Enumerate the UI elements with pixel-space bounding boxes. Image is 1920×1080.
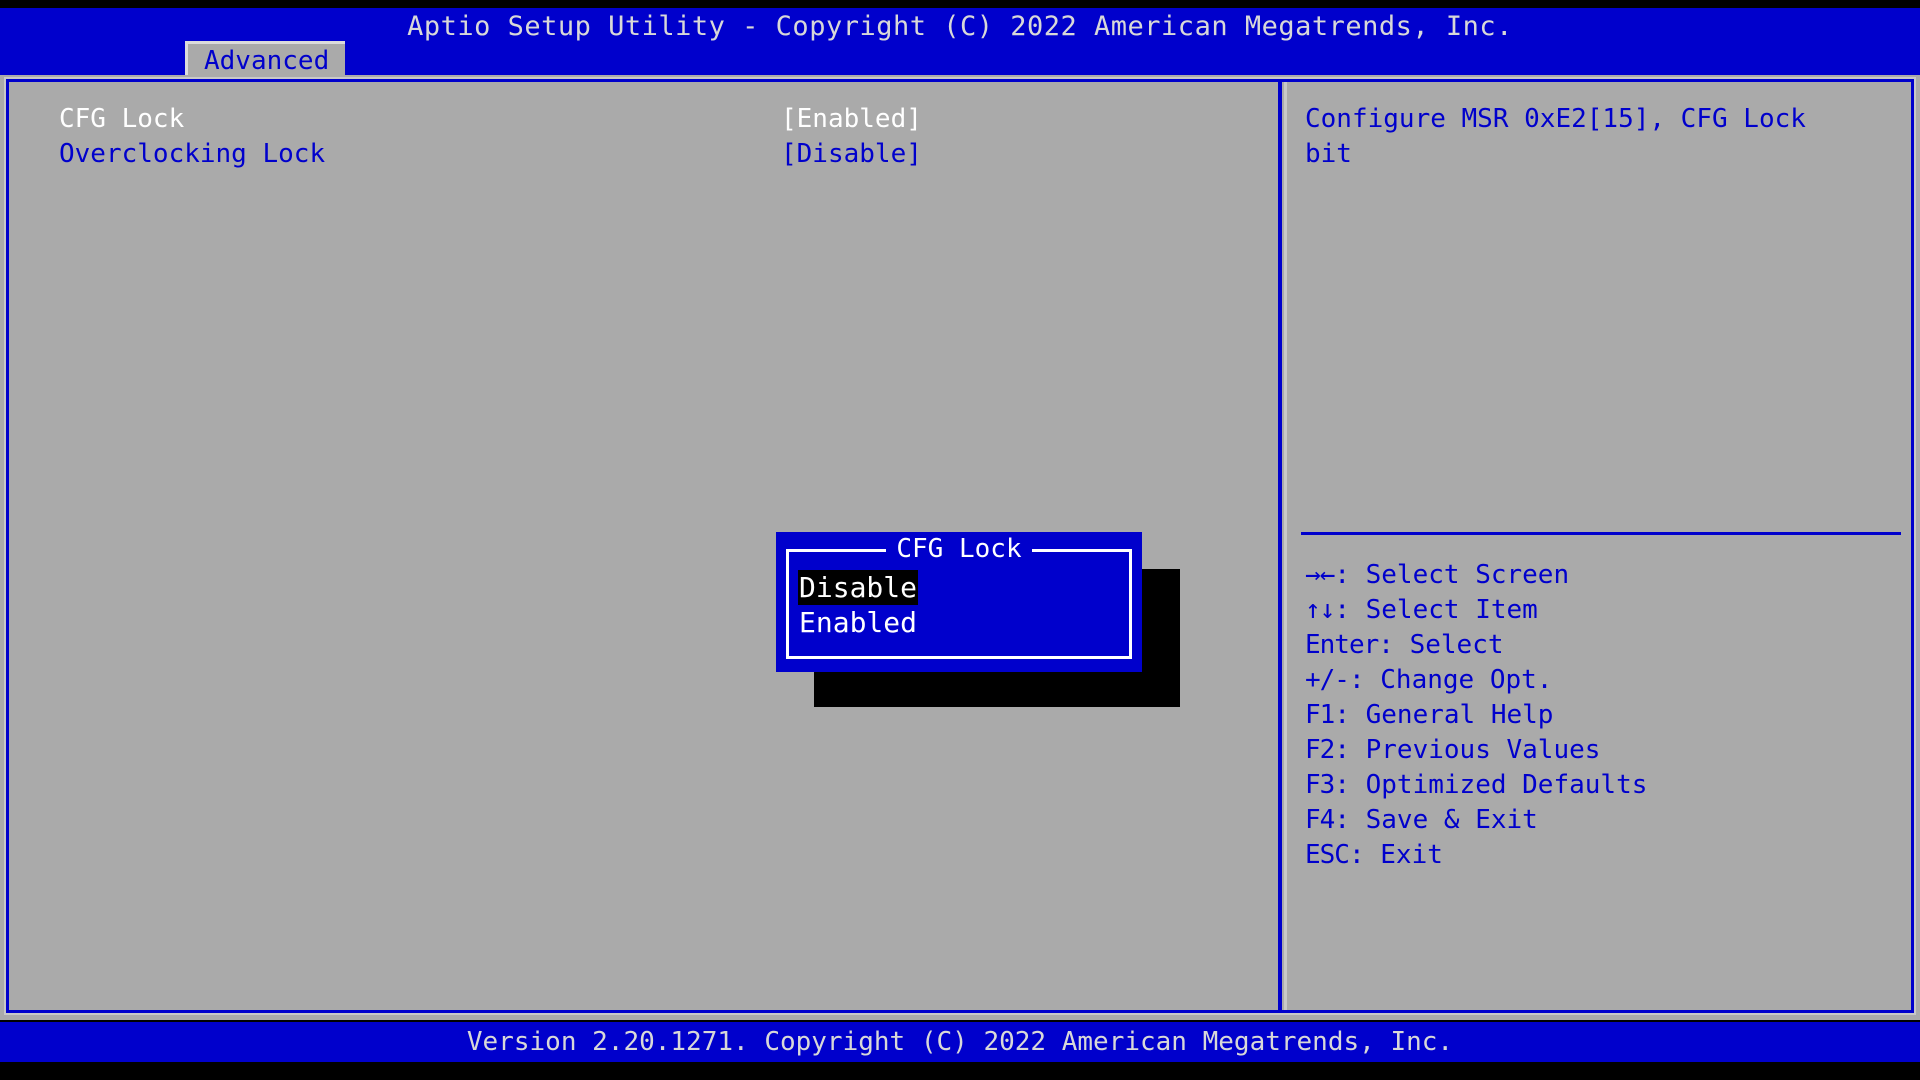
enter-key-label: Enter [1305,630,1379,660]
help-pane: Configure MSR 0xE2[15], CFG Lock bit →←:… [1291,82,1911,1010]
key-legend-item: +/-: Change Opt. [1305,663,1647,698]
f4-key-label: F4 [1305,805,1335,835]
key-legend-label: : Save & Exit [1334,805,1538,835]
setting-label-overclocking-lock: Overclocking Lock [59,139,326,169]
dialog-option-row[interactable]: Disable [798,570,919,605]
tab-advanced[interactable]: Advanced [185,41,346,76]
dialog-title-text: CFG Lock [886,534,1032,564]
dialog-option-disable[interactable]: Disable [798,570,919,605]
key-legend-item: F3: Optimized Defaults [1305,768,1647,803]
f2-key-label: F2 [1305,735,1335,765]
f3-key-label: F3 [1305,770,1335,800]
help-separator [1301,532,1901,535]
key-legend-item: F4: Save & Exit [1305,803,1647,838]
key-legend-label: : Exit [1348,840,1443,870]
pane-divider-highlight [1284,82,1287,1010]
setting-label-cfg-lock: CFG Lock [59,104,185,134]
tab-bar: Advanced [0,41,1920,76]
arrow-left-right-icon: →← [1305,560,1335,590]
plus-minus-key-label: +/- [1305,665,1350,695]
key-legend-item: →←: Select Screen [1305,558,1647,593]
key-legend-label: : Change Opt. [1348,665,1553,695]
setting-row-cfg-lock[interactable]: CFG Lock [Enabled] [59,102,1279,137]
key-legend-label: : Previous Values [1334,735,1601,765]
key-legend-label: : Select Screen [1334,560,1570,590]
help-text: Configure MSR 0xE2[15], CFG Lock bit [1305,104,1822,169]
key-legend: →←: Select Screen ↑↓: Select Item Enter:… [1305,558,1647,873]
key-legend-label: : Select [1378,630,1504,660]
key-legend-label: : General Help [1334,700,1554,730]
bios-setup-screen: Aptio Setup Utility - Copyright (C) 2022… [0,0,1920,1080]
pane-divider [1278,82,1282,1010]
key-legend-item: ESC: Exit [1305,838,1647,873]
key-legend-item: F1: General Help [1305,698,1647,733]
key-legend-item: ↑↓: Select Item [1305,593,1647,628]
esc-key-label: ESC [1305,840,1350,870]
arrow-up-down-icon: ↑↓ [1305,595,1335,625]
dialog-title: CFG Lock [776,534,1142,564]
dialog-option-row[interactable]: Enabled [798,605,918,640]
key-legend-label: : Select Item [1334,595,1538,625]
footer-version: Version 2.20.1271. Copyright (C) 2022 Am… [0,1022,1920,1062]
setting-value-cfg-lock[interactable]: [Enabled] [781,102,922,137]
key-legend-label: : Optimized Defaults [1334,770,1648,800]
setting-row-overclocking-lock[interactable]: Overclocking Lock [Disable] [59,137,1279,172]
f1-key-label: F1 [1305,700,1335,730]
dialog-option-enabled[interactable]: Enabled [798,605,918,640]
key-legend-item: Enter: Select [1305,628,1647,663]
dialog-option-list: Disable Enabled [798,570,919,640]
key-legend-item: F2: Previous Values [1305,733,1647,768]
main-body: CFG Lock [Enabled] Overclocking Lock [Di… [0,75,1920,1020]
content-frame: CFG Lock [Enabled] Overclocking Lock [Di… [4,77,1916,1015]
cfg-lock-dialog[interactable]: CFG Lock Disable Enabled [776,532,1142,672]
setting-value-overclocking-lock[interactable]: [Disable] [781,137,922,172]
